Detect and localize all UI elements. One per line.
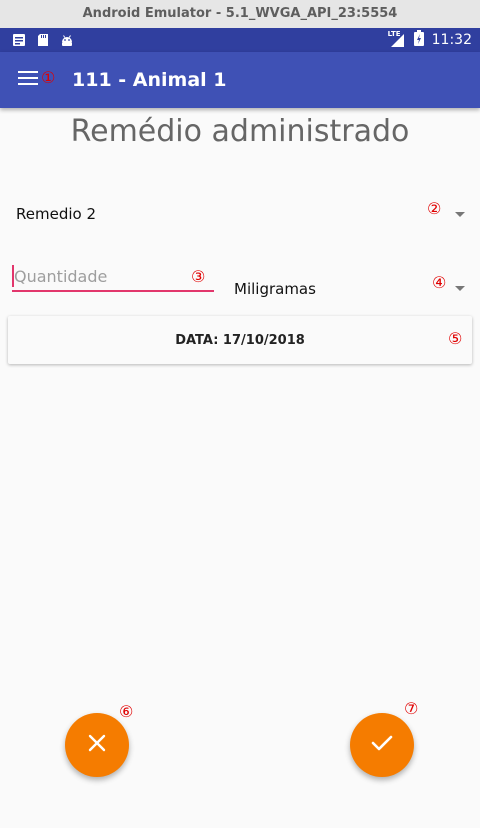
clock: 11:32 (431, 32, 472, 48)
marker-6: ⑥ (119, 702, 134, 721)
unit-select-value: Miligramas (234, 280, 316, 298)
notification-icon (12, 32, 26, 51)
android-icon (60, 32, 74, 51)
status-left-icons (12, 32, 74, 51)
marker-7: ⑦ (404, 699, 419, 718)
status-bar: LTE 11:32 (0, 28, 480, 52)
marker-5: ⑤ (448, 329, 463, 348)
app-title: 111 - Animal 1 (72, 69, 227, 91)
menu-icon (18, 70, 38, 90)
confirm-button[interactable] (350, 713, 414, 777)
emulator-window-title: Android Emulator - 5.1_WVGA_API_23:5554 (0, 0, 480, 28)
date-button[interactable]: DATA: 17/10/2018 (8, 316, 472, 364)
text-cursor (12, 265, 14, 287)
cancel-button[interactable] (65, 713, 129, 777)
chevron-down-icon (455, 286, 465, 291)
date-button-label: DATA: 17/10/2018 (175, 332, 305, 348)
app-bar: ① 111 - Animal 1 (0, 52, 480, 108)
marker-3: ③ (191, 267, 206, 286)
page-title: Remédio administrado (70, 114, 410, 149)
marker-1: ① (41, 68, 56, 87)
marker-2: ② (427, 199, 442, 218)
close-icon (87, 733, 107, 757)
sd-card-icon (36, 32, 50, 51)
menu-button[interactable] (12, 64, 44, 96)
quantity-input[interactable] (12, 262, 214, 292)
marker-4: ④ (432, 273, 447, 292)
medicine-select[interactable]: Remedio 2 (0, 196, 480, 232)
status-right: LTE 11:32 (388, 28, 472, 52)
battery-icon (413, 30, 424, 50)
check-icon (370, 733, 394, 757)
chevron-down-icon (455, 212, 465, 217)
signal-icon: LTE (388, 30, 406, 48)
medicine-select-value: Remedio 2 (16, 205, 96, 223)
